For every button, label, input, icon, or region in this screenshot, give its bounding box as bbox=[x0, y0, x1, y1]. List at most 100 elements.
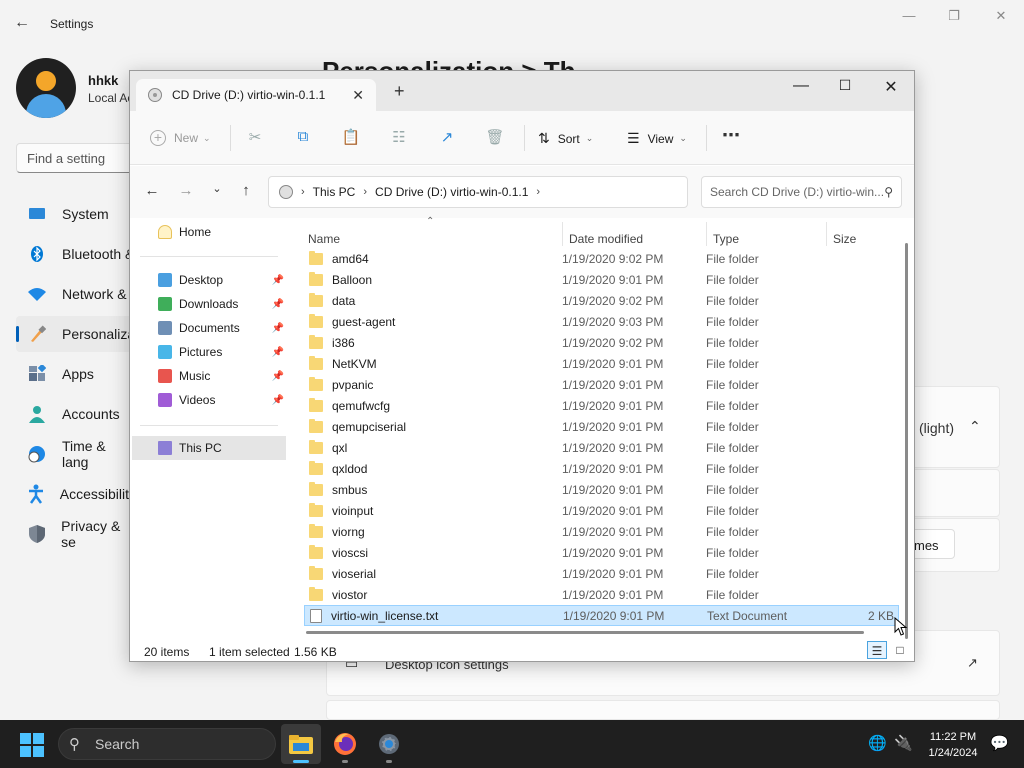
file-row[interactable]: vioserial 1/19/2020 9:01 PM File folder bbox=[304, 563, 899, 584]
file-name: pvpanic bbox=[332, 377, 374, 392]
address-bar[interactable]: › This PC › CD Drive (D:) virtio-win-0.1… bbox=[268, 176, 816, 208]
file-row[interactable]: viostor 1/19/2020 9:01 PM File folder bbox=[304, 584, 899, 605]
new-button[interactable]: + New ⌄ bbox=[150, 130, 211, 146]
file-explorer-taskbar-icon[interactable] bbox=[281, 724, 321, 764]
column-header-type[interactable]: Type bbox=[713, 232, 739, 246]
vertical-scrollbar[interactable] bbox=[905, 243, 908, 639]
column-divider[interactable] bbox=[826, 222, 827, 246]
system-clock[interactable]: 11:22 PM 1/24/2024 bbox=[920, 729, 986, 761]
file-row[interactable]: vioinput 1/19/2020 9:01 PM File folder bbox=[304, 500, 899, 521]
settings-taskbar-icon[interactable] bbox=[369, 724, 409, 764]
settings-nav-accounts[interactable]: Accounts bbox=[16, 396, 136, 432]
status-item-count: 20 items bbox=[144, 645, 190, 659]
paste-icon[interactable]: 📋 bbox=[340, 128, 362, 148]
new-label: New bbox=[174, 131, 199, 145]
settings-nav-system[interactable]: System bbox=[16, 196, 136, 232]
settings-nav-time-language[interactable]: Time & lang bbox=[16, 436, 136, 472]
network-disconnected-icon[interactable]: 🔌 bbox=[894, 734, 913, 752]
notification-icon[interactable]: 💬 bbox=[990, 734, 1009, 752]
sort-button[interactable]: ⇅ Sort ⌄ bbox=[538, 130, 593, 147]
folder-icon bbox=[309, 271, 323, 286]
nav-videos[interactable]: Videos 📌 bbox=[132, 388, 286, 412]
file-row[interactable]: pvpanic 1/19/2020 9:01 PM File folder bbox=[304, 374, 899, 395]
tab-cd-drive[interactable]: CD Drive (D:) virtio-win-0.1.1 ✕ bbox=[136, 79, 376, 111]
pin-icon[interactable]: 📌 bbox=[272, 371, 284, 382]
new-tab-icon[interactable]: + bbox=[394, 82, 405, 100]
breadcrumb-this-pc[interactable]: This PC bbox=[313, 185, 356, 199]
find-setting-input[interactable]: Find a setting bbox=[16, 143, 136, 173]
delete-icon[interactable]: 🗑 bbox=[484, 128, 506, 148]
language-globe-icon[interactable]: 🌐 bbox=[868, 734, 887, 752]
nav-downloads[interactable]: Downloads 📌 bbox=[132, 292, 286, 316]
copy-icon[interactable]: ⧉ bbox=[292, 128, 314, 148]
file-row[interactable]: qemupciserial 1/19/2020 9:01 PM File folde… bbox=[304, 416, 899, 437]
file-row[interactable]: qxl 1/19/2020 9:01 PM File folder bbox=[304, 437, 899, 458]
avatar[interactable] bbox=[16, 58, 76, 118]
nav-music[interactable]: Music 📌 bbox=[132, 364, 286, 388]
file-row[interactable]: Balloon 1/19/2020 9:01 PM File folder bbox=[304, 269, 899, 290]
horizontal-scrollbar[interactable] bbox=[306, 631, 864, 634]
pin-icon[interactable]: 📌 bbox=[272, 395, 284, 406]
nav-this-pc[interactable]: This PC bbox=[132, 436, 286, 460]
settings-nav-network[interactable]: Network & bbox=[16, 276, 136, 312]
pin-icon[interactable]: 📌 bbox=[272, 323, 284, 334]
rename-icon[interactable]: ☷ bbox=[388, 128, 410, 148]
more-options-icon[interactable]: ⋯ bbox=[722, 125, 740, 146]
tiles-view-icon[interactable]: □ bbox=[890, 641, 910, 659]
nav-documents[interactable]: Documents 📌 bbox=[132, 316, 286, 340]
file-row[interactable]: amd64 1/19/2020 9:02 PM File folder bbox=[304, 248, 899, 269]
file-date: 1/19/2020 9:01 PM bbox=[562, 356, 664, 371]
column-header-name[interactable]: Name bbox=[308, 232, 340, 246]
forward-icon[interactable]: → bbox=[176, 182, 196, 202]
recent-locations-icon[interactable]: ⌄ bbox=[207, 182, 227, 202]
tab-close-icon[interactable]: ✕ bbox=[352, 87, 364, 104]
file-row[interactable]: data 1/19/2020 9:02 PM File folder bbox=[304, 290, 899, 311]
back-arrow-icon[interactable]: ← bbox=[14, 14, 34, 34]
settings-nav-privacy[interactable]: Privacy & se bbox=[16, 516, 136, 552]
file-row[interactable]: NetKVM 1/19/2020 9:01 PM File folder bbox=[304, 353, 899, 374]
breadcrumb-cd-drive[interactable]: CD Drive (D:) virtio-win-0.1.1 bbox=[375, 185, 528, 199]
cut-icon[interactable]: ✂ bbox=[244, 128, 266, 148]
column-divider[interactable] bbox=[562, 222, 563, 246]
nav-home[interactable]: Home bbox=[132, 220, 286, 244]
share-icon[interactable]: ↗ bbox=[436, 128, 458, 148]
pin-icon[interactable]: 📌 bbox=[272, 275, 284, 286]
view-button[interactable]: ☰ View ⌄ bbox=[627, 130, 687, 147]
folder-icon bbox=[309, 502, 323, 517]
file-row[interactable]: qxldod 1/19/2020 9:01 PM File folder bbox=[304, 458, 899, 479]
nav-pictures[interactable]: Pictures 📌 bbox=[132, 340, 286, 364]
details-view-icon[interactable]: ☰ bbox=[867, 641, 887, 659]
column-header-size[interactable]: Size bbox=[833, 232, 856, 246]
navigation-pane: Home Desktop 📌 Downloads 📌 Documents 📌 P… bbox=[130, 218, 290, 636]
maximize-icon[interactable]: ☐ bbox=[830, 77, 860, 103]
file-row[interactable]: vioscsi 1/19/2020 9:01 PM File folder bbox=[304, 542, 899, 563]
minimize-icon[interactable]: — bbox=[786, 77, 816, 103]
pin-icon[interactable]: 📌 bbox=[272, 347, 284, 358]
column-header-date[interactable]: Date modified bbox=[569, 232, 643, 246]
settings-nav-accessibility[interactable]: Accessibility bbox=[16, 476, 136, 512]
file-row[interactable]: viorng 1/19/2020 9:01 PM File folder bbox=[304, 521, 899, 542]
nav-desktop[interactable]: Desktop 📌 bbox=[132, 268, 286, 292]
file-row[interactable]: qemufwcfg 1/19/2020 9:01 PM File folder bbox=[304, 395, 899, 416]
taskbar-search[interactable]: ⚲ Search bbox=[58, 728, 276, 760]
file-row[interactable]: virtio-win_license.txt 1/19/2020 9:01 PM T… bbox=[304, 605, 899, 626]
settings-minimize-icon[interactable]: — bbox=[899, 8, 919, 26]
close-icon[interactable]: ✕ bbox=[876, 77, 906, 103]
file-row[interactable]: smbus 1/19/2020 9:01 PM File folder bbox=[304, 479, 899, 500]
pin-icon[interactable]: 📌 bbox=[272, 299, 284, 310]
settings-restore-icon[interactable]: ❐ bbox=[944, 8, 964, 26]
file-row[interactable]: i386 1/19/2020 9:02 PM File folder bbox=[304, 332, 899, 353]
back-icon[interactable]: ← bbox=[142, 182, 162, 202]
file-date: 1/19/2020 9:01 PM bbox=[562, 272, 664, 287]
windows-start-icon[interactable] bbox=[20, 733, 44, 757]
up-icon[interactable]: ↑ bbox=[236, 182, 256, 202]
settings-nav-bluetooth[interactable]: Bluetooth & bbox=[16, 236, 136, 272]
column-divider[interactable] bbox=[706, 222, 707, 246]
settings-close-icon[interactable]: ✕ bbox=[991, 8, 1011, 26]
settings-nav-apps[interactable]: Apps bbox=[16, 356, 136, 392]
search-input[interactable]: Search CD Drive (D:) virtio-win... ⚲ bbox=[701, 176, 902, 208]
firefox-taskbar-icon[interactable] bbox=[325, 724, 365, 764]
settings-nav-personalization[interactable]: Personaliza bbox=[16, 316, 136, 352]
file-row[interactable]: guest-agent 1/19/2020 9:03 PM File folder bbox=[304, 311, 899, 332]
taskbar: ⚲ Search 🌐 🔌 11:22 PM 1/24/2024 💬 bbox=[0, 720, 1024, 768]
